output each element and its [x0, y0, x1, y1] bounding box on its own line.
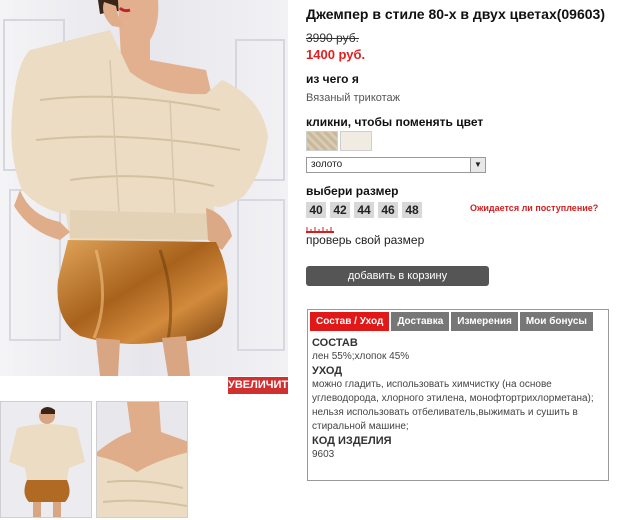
model-photo-illustration — [0, 0, 288, 376]
tab-bar: Состав / Уход Доставка Измерения Мои бон… — [310, 312, 593, 331]
tab-content: СОСТАВ лен 55%;хлопок 45% УХОД можно гла… — [312, 336, 604, 462]
size-option-48[interactable]: 48 — [402, 202, 422, 218]
composition-text: лен 55%;хлопок 45% — [312, 351, 410, 362]
material-value: Вязаный трикотаж — [306, 92, 401, 104]
tab-measurements[interactable]: Измерения — [451, 312, 518, 331]
color-select-value: золото — [311, 159, 343, 170]
arrival-inquiry-link[interactable]: Ожидается ли поступление? — [470, 203, 598, 213]
zoom-button[interactable]: УВЕЛИЧИТЬ — [228, 377, 296, 394]
size-option-46[interactable]: 46 — [378, 202, 398, 218]
tab-delivery[interactable]: Доставка — [391, 312, 450, 331]
product-thumbnail-detail[interactable] — [96, 401, 188, 518]
tab-bonuses[interactable]: Мои бонусы — [519, 312, 593, 331]
old-price: 3990 руб. — [306, 31, 359, 45]
product-code-value: 9603 — [312, 449, 335, 460]
add-to-cart-button[interactable]: добавить в корзину — [306, 266, 489, 286]
chevron-down-icon[interactable]: ▼ — [470, 158, 485, 172]
info-tabs-panel: Состав / Уход Доставка Измерения Мои бон… — [307, 309, 609, 481]
tab-composition-care[interactable]: Состав / Уход — [310, 312, 390, 331]
thumbnail-detail-illustration — [97, 402, 187, 517]
material-label: из чего я — [306, 72, 359, 86]
color-swatch-gold[interactable] — [306, 131, 338, 151]
thumbnail-front-illustration — [1, 402, 91, 517]
size-option-44[interactable]: 44 — [354, 202, 374, 218]
check-size-link[interactable]: проверь свой размер — [306, 233, 424, 247]
color-label: кликни, чтобы поменять цвет — [306, 115, 484, 129]
care-text: можно гладить, использовать химчистку (н… — [312, 379, 594, 432]
care-heading: УХОД — [312, 365, 343, 377]
size-label: выбери размер — [306, 184, 399, 198]
product-main-photo[interactable] — [0, 0, 288, 376]
composition-heading: СОСТАВ — [312, 337, 358, 349]
product-code-heading: КОД ИЗДЕЛИЯ — [312, 435, 392, 447]
product-title: Джемпер в стиле 80-х в двух цветах(09603… — [306, 6, 605, 22]
sale-price: 1400 руб. — [306, 47, 366, 62]
size-option-42[interactable]: 42 — [330, 202, 350, 218]
color-select[interactable]: золото ▼ — [306, 157, 486, 173]
color-swatch-cream[interactable] — [340, 131, 372, 151]
product-thumbnail-front[interactable] — [0, 401, 92, 518]
size-option-40[interactable]: 40 — [306, 202, 326, 218]
